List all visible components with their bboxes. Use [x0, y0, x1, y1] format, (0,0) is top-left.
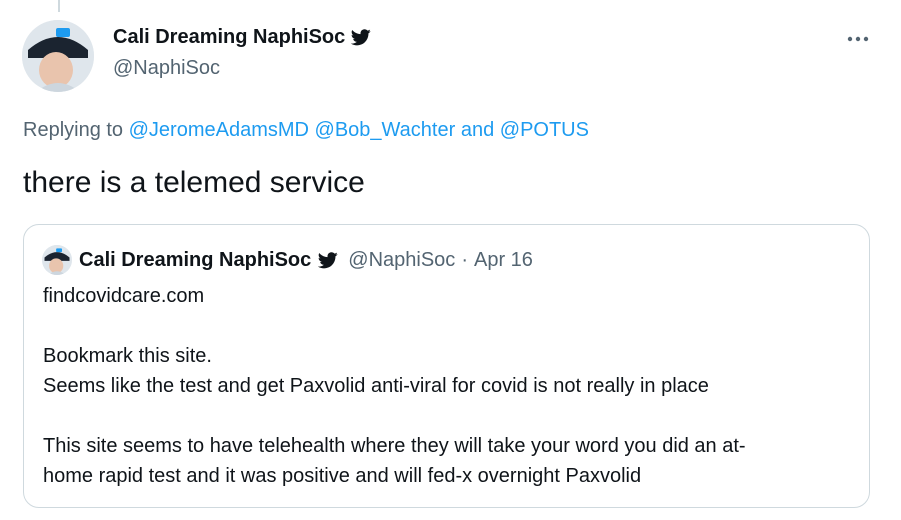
quoted-line-telehealth: This site seems to have telehealth where… [43, 435, 746, 457]
author-handle[interactable]: @NaphiSoc [113, 57, 220, 80]
mention-bob-wachter-link[interactable]: @Bob_Wachter [315, 119, 456, 141]
avatar-photo-icon [22, 20, 94, 92]
tweet-text: there is a telemed service [23, 166, 365, 199]
mention-potus-link[interactable]: @POTUS [500, 119, 589, 141]
dot-separator: · [461, 248, 468, 271]
more-options-button[interactable] [838, 24, 878, 54]
avatar-photo-icon [42, 245, 72, 275]
quoted-author-avatar [42, 245, 72, 275]
thread-connector-line [58, 0, 60, 12]
quoted-tweet-date: Apr 16 [473, 248, 533, 271]
author-name-text[interactable]: Cali Dreaming NaphiSoc [113, 26, 345, 49]
replying-to-line: Replying to @JeromeAdamsMD @Bob_Wachter … [23, 119, 589, 142]
quoted-line-fedex: home rapid test and it was positive and … [43, 465, 642, 487]
quoted-line-url: findcovidcare.com [43, 285, 205, 307]
quoted-tweet-header: Cali Dreaming NaphiSoc @NaphiSoc · Apr 1… [42, 245, 533, 275]
author-name[interactable]: Cali Dreaming NaphiSoc [113, 26, 371, 49]
quoted-tweet-card[interactable]: Cali Dreaming NaphiSoc @NaphiSoc · Apr 1… [23, 224, 870, 508]
mention-conjunction: and [460, 119, 495, 141]
quoted-line-bookmark: Bookmark this site. [43, 345, 212, 367]
mention-jeromeadamsmd-link[interactable]: @JeromeAdamsMD [129, 119, 309, 141]
replying-to-label: Replying to [23, 119, 124, 141]
twitter-bird-icon [318, 251, 338, 269]
twitter-bird-icon [351, 29, 371, 46]
quoted-author-handle: @NaphiSoc [348, 248, 456, 271]
more-horizontal-icon [847, 36, 869, 42]
quoted-author-name: Cali Dreaming NaphiSoc [79, 248, 312, 271]
quoted-line-paxvolid: Seems like the test and get Paxvolid ant… [43, 375, 709, 397]
quoted-tweet-body: findcovidcare.com Bookmark this site. Se… [43, 281, 853, 491]
author-avatar[interactable] [22, 20, 94, 92]
